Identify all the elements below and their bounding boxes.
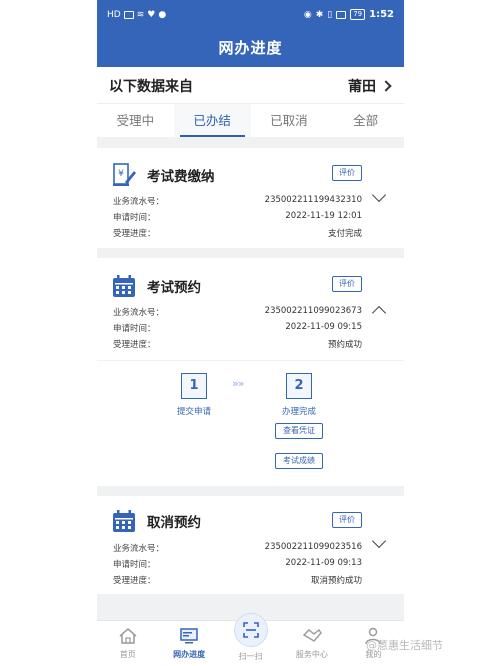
- home-icon: [119, 628, 137, 644]
- status-tabs: 受理中 已办结 已取消 全部: [97, 103, 404, 137]
- record-card[interactable]: 取消预约 评价 业务流水号： 235002211099023516 申请时间： …: [97, 496, 404, 594]
- signal-icon: [123, 11, 134, 19]
- nav-home[interactable]: 首页: [97, 621, 158, 666]
- step-number: 2: [286, 373, 312, 399]
- nav-label: 首页: [119, 650, 136, 659]
- battery-icon: 79: [350, 9, 366, 20]
- message-icon: ●: [158, 10, 167, 20]
- progress-panel: 1 提交申请 »» 2 办理完成 查看凭证 考试成绩: [97, 360, 404, 486]
- apply-time-value: 2022-11-09 09:15: [285, 322, 362, 332]
- serial-row: 业务流水号： 235002211099023673: [113, 306, 362, 318]
- nav-scan[interactable]: 扫一扫: [220, 613, 281, 666]
- calendar-icon: [111, 273, 137, 299]
- serial-value: 235002211199432310: [264, 195, 362, 205]
- apply-time-row: 申请时间： 2022-11-09 09:13: [113, 558, 362, 570]
- view-certificate-button[interactable]: 查看凭证: [275, 423, 323, 439]
- nav-label: 服务中心: [295, 650, 328, 659]
- progress-label: 受理进度：: [113, 229, 156, 239]
- progress-row: 受理进度： 预约成功: [113, 338, 362, 350]
- serial-label: 业务流水号：: [113, 197, 165, 207]
- handshake-icon: [302, 628, 322, 642]
- tab-completed[interactable]: 已办结: [173, 104, 251, 137]
- exam-score-button[interactable]: 考试成绩: [275, 453, 323, 469]
- tab-processing[interactable]: 受理中: [97, 104, 174, 137]
- tab-cancelled[interactable]: 已取消: [251, 104, 328, 137]
- vibrate-icon: ▯: [327, 9, 333, 20]
- hd-indicator: HD: [107, 10, 121, 20]
- progress-label: 受理进度：: [113, 576, 156, 586]
- scan-icon: [233, 613, 268, 647]
- progress-value: 取消预约成功: [310, 576, 362, 586]
- serial-value: 235002211099023673: [264, 306, 362, 316]
- progress-row: 受理进度： 支付完成: [113, 227, 362, 239]
- page-title: 网办进度: [218, 39, 283, 57]
- eye-icon: ◉: [303, 9, 312, 20]
- serial-row: 业务流水号： 235002211099023516: [113, 542, 362, 554]
- bluetooth-icon: ✱: [315, 9, 324, 20]
- evaluate-button[interactable]: 评价: [332, 165, 362, 181]
- notification-icon: ♥: [147, 10, 156, 20]
- collapse-chevron-icon[interactable]: [371, 305, 387, 321]
- apply-time-value: 2022-11-09 09:13: [285, 558, 362, 568]
- city-name: 莆田: [348, 79, 376, 95]
- app-header: HD ≋ ♥ ● ◉ ✱ ▯ 79 1:52 网办进度: [97, 0, 404, 67]
- serial-value: 235002211099023516: [264, 542, 362, 552]
- record-title: 考试预约: [147, 280, 201, 296]
- nav-label: 网办进度: [173, 650, 206, 659]
- progress-step: 1 提交申请: [154, 373, 234, 417]
- evaluate-button[interactable]: 评价: [332, 276, 362, 292]
- expand-chevron-icon[interactable]: [371, 533, 387, 549]
- receipt-icon: ¥: [111, 162, 137, 188]
- record-card[interactable]: ¥ 考试费缴纳 评价 业务流水号： 235002211199432310 申请时…: [97, 148, 404, 248]
- nav-service[interactable]: 服务中心: [281, 621, 342, 666]
- wifi-icon: ≋: [136, 10, 145, 20]
- data-source-row[interactable]: 以下数据来自 莆田: [97, 67, 404, 103]
- progress-label: 受理进度：: [113, 340, 156, 350]
- apply-time-label: 申请时间：: [113, 213, 156, 223]
- double-arrow-icon: »»: [232, 377, 245, 390]
- chevron-right-icon: [380, 80, 392, 92]
- phone-screen: HD ≋ ♥ ● ◉ ✱ ▯ 79 1:52 网办进度 以下数据来自 莆田 受理…: [97, 0, 404, 666]
- step-label: 办理完成: [281, 407, 316, 417]
- tab-all[interactable]: 全部: [327, 104, 404, 137]
- progress-value: 支付完成: [327, 229, 362, 239]
- serial-row: 业务流水号： 235002211199432310: [113, 195, 362, 207]
- status-bar: HD ≋ ♥ ● ◉ ✱ ▯ 79 1:52: [97, 0, 404, 30]
- step-number: 1: [181, 373, 207, 399]
- serial-label: 业务流水号：: [113, 308, 165, 318]
- expand-chevron-icon[interactable]: [371, 187, 387, 203]
- clock: 1:52: [369, 9, 394, 20]
- apply-time-value: 2022-11-19 12:01: [285, 211, 362, 221]
- progress-value: 预约成功: [327, 340, 362, 350]
- city-selector[interactable]: 莆田: [348, 76, 392, 96]
- watermark: @蒽惠生活细节: [366, 639, 443, 652]
- serial-label: 业务流水号：: [113, 544, 165, 554]
- bottom-nav: 首页 网办进度 扫一扫 服务中心 我的: [97, 613, 404, 666]
- nav-label: 扫一扫: [238, 652, 263, 661]
- monitor-icon: [180, 628, 198, 644]
- calendar-icon: [111, 508, 137, 534]
- data-source-label: 以下数据来自: [109, 79, 193, 95]
- record-card[interactable]: 考试预约 评价 业务流水号： 235002211099023673 申请时间： …: [97, 258, 404, 360]
- apply-time-label: 申请时间：: [113, 324, 156, 334]
- record-title: 考试费缴纳: [147, 169, 215, 185]
- step-label: 提交申请: [176, 407, 211, 417]
- apply-time-label: 申请时间：: [113, 560, 156, 570]
- progress-row: 受理进度： 取消预约成功: [113, 574, 362, 586]
- apply-time-row: 申请时间： 2022-11-09 09:15: [113, 322, 362, 334]
- record-title: 取消预约: [147, 515, 201, 531]
- cell-signal-icon: [336, 10, 347, 19]
- svg-text:¥: ¥: [118, 169, 124, 179]
- apply-time-row: 申请时间： 2022-11-19 12:01: [113, 211, 362, 223]
- progress-step: 2 办理完成: [259, 373, 339, 417]
- nav-progress[interactable]: 网办进度: [158, 621, 219, 666]
- evaluate-button[interactable]: 评价: [332, 512, 362, 528]
